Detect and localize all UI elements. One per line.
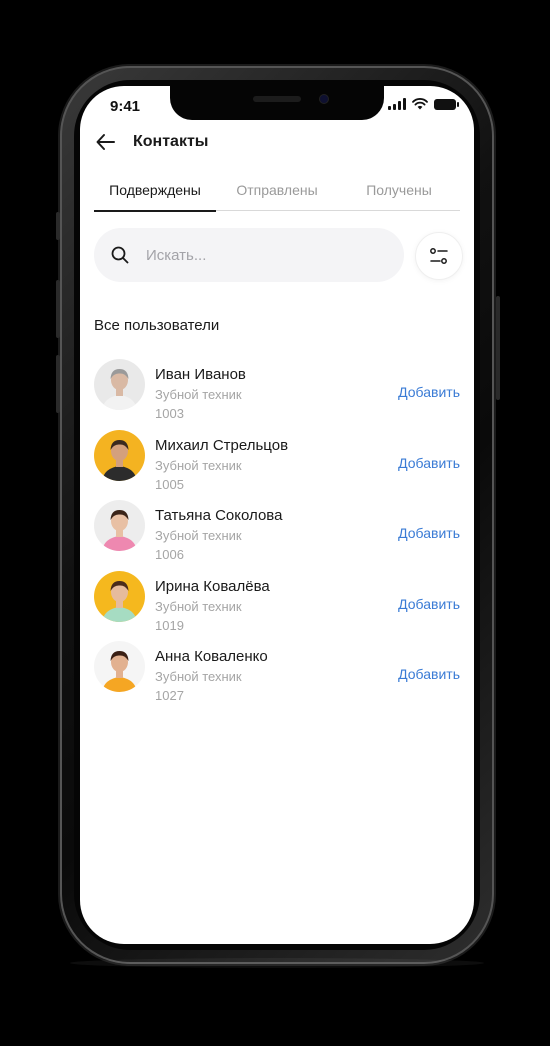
- contact-name: Анна Коваленко: [155, 648, 268, 665]
- person-photo-icon: [102, 439, 137, 481]
- person-photo-icon: [102, 651, 137, 692]
- add-contact-button[interactable]: Добавить: [398, 525, 460, 541]
- contact-row[interactable]: Анна Коваленко Зубной техник 1027 Добавить: [94, 640, 460, 703]
- front-camera: [320, 95, 328, 103]
- search-bar: [94, 228, 404, 282]
- contact-name: Татьяна Соколова: [155, 507, 283, 524]
- contact-row[interactable]: Михаил Стрельцов Зубной техник 1005 Добавит…: [94, 429, 460, 492]
- avatar[interactable]: [94, 641, 145, 692]
- contact-id: 1027: [155, 688, 184, 703]
- filter-sliders-icon: [430, 248, 448, 264]
- contact-role: Зубной техник: [155, 598, 242, 614]
- battery-icon: [434, 98, 459, 110]
- avatar[interactable]: [94, 359, 145, 410]
- section-title: Все пользователи: [94, 317, 220, 334]
- add-contact-button[interactable]: Добавить: [398, 384, 460, 400]
- contact-name: Михаил Стрельцов: [155, 436, 289, 454]
- contact-row[interactable]: Иван Иванов Зубной техник 1003 Добавить: [94, 358, 460, 421]
- phone-screen: 9:41 Контакты Подверждены Отправлены Пол…: [80, 86, 474, 944]
- contact-id: 1003: [155, 406, 184, 421]
- contact-list: Иван Иванов Зубной техник 1003 Добавить Миха…: [94, 358, 460, 711]
- avatar[interactable]: [94, 570, 145, 622]
- contact-name: Ирина Ковалёва: [155, 577, 270, 595]
- status-icons: [388, 98, 459, 110]
- phone-power-button: [496, 296, 500, 400]
- contact-id: 1019: [155, 617, 184, 633]
- person-photo-icon: [102, 580, 137, 622]
- speaker-grille: [253, 96, 301, 102]
- add-contact-button[interactable]: Добавить: [398, 666, 460, 682]
- phone-volume-down-button: [56, 355, 60, 413]
- contact-id: 1005: [155, 476, 184, 492]
- contact-role: Зубной техник: [155, 457, 242, 473]
- tab-bar: Подверждены Отправлены Получены: [94, 182, 460, 212]
- tab-received[interactable]: Получены: [338, 182, 460, 210]
- wifi-icon: [412, 98, 428, 110]
- cellular-signal-icon: [388, 98, 406, 110]
- page-title: Контакты: [133, 133, 209, 150]
- add-contact-button[interactable]: Добавить: [398, 455, 460, 471]
- status-time: 9:41: [110, 98, 141, 115]
- phone-side-button: [56, 212, 60, 240]
- contact-role: Зубной техник: [155, 669, 242, 684]
- app-header: Контакты: [94, 130, 208, 154]
- person-photo-icon: [102, 369, 137, 410]
- arrow-left-icon[interactable]: [94, 130, 118, 154]
- avatar[interactable]: [94, 500, 145, 551]
- contact-role: Зубной техник: [155, 387, 242, 402]
- contact-row[interactable]: Татьяна Соколова Зубной техник 1006 Добавит…: [94, 499, 460, 562]
- person-photo-icon: [102, 510, 137, 551]
- contact-role: Зубной техник: [155, 528, 242, 543]
- phone-volume-up-button: [56, 280, 60, 338]
- contact-name: Иван Иванов: [155, 366, 246, 383]
- phone-shadow: [70, 958, 484, 968]
- tab-sent[interactable]: Отправлены: [216, 182, 338, 210]
- contact-row[interactable]: Ирина Ковалёва Зубной техник 1019 Добавить: [94, 570, 460, 633]
- tab-confirmed[interactable]: Подверждены: [94, 182, 216, 212]
- contact-id: 1006: [155, 547, 184, 562]
- search-icon: [111, 246, 129, 264]
- add-contact-button[interactable]: Добавить: [398, 596, 460, 612]
- filter-button[interactable]: [415, 232, 463, 280]
- notch: [170, 86, 384, 120]
- search-input[interactable]: [144, 245, 368, 265]
- avatar[interactable]: [94, 429, 145, 481]
